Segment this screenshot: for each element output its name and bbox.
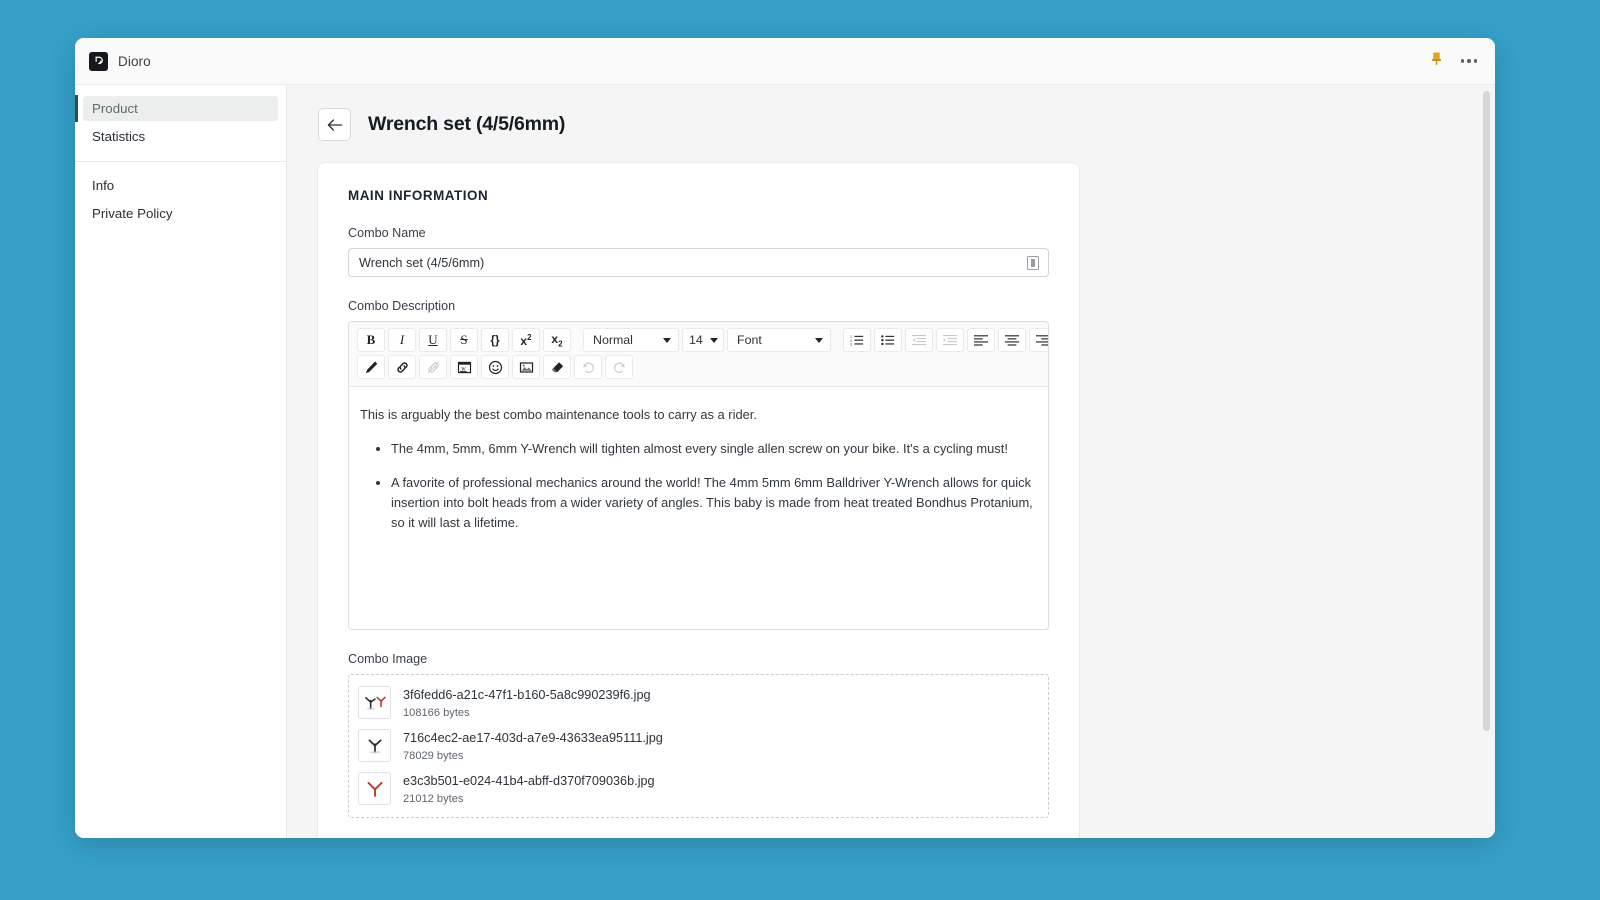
file-meta: e3c3b501-e024-41b4-abff-d370f709036b.jpg… <box>403 772 655 804</box>
editor-toolbar: B I U S {} x2 x2 Normal 14 Font 1 2 3 W <box>349 322 1048 387</box>
back-button[interactable] <box>318 108 351 141</box>
chevron-down-icon <box>815 337 823 343</box>
sidebar-item-statistics[interactable]: Statistics <box>83 124 278 149</box>
content-scroll-region: Wrench set (4/5/6mm) MAIN INFORMATION Co… <box>287 85 1495 838</box>
align-right-icon[interactable] <box>1029 328 1048 352</box>
combo-name-input-wrap[interactable] <box>348 248 1049 277</box>
rich-text-editor: B I U S {} x2 x2 Normal 14 Font 1 2 3 W … <box>348 321 1049 630</box>
file-size: 108166 bytes <box>403 706 470 719</box>
combo-name-field: Combo Name <box>318 226 1079 277</box>
file-meta: 716c4ec2-ae17-403d-a7e9-43633ea95111.jpg… <box>403 729 663 761</box>
page-header: Wrench set (4/5/6mm) <box>287 107 1495 142</box>
list-item[interactable]: 3f6fedd6-a21c-47f1-b160-5a8c990239f6.jpg… <box>349 681 1048 724</box>
combo-description-label: Combo Description <box>348 299 456 313</box>
content-scrollbar-thumb[interactable] <box>1483 91 1490 731</box>
align-left-icon[interactable] <box>967 328 995 352</box>
combo-name-input[interactable] <box>349 249 1027 276</box>
content-area: Wrench set (4/5/6mm) MAIN INFORMATION Co… <box>287 85 1495 838</box>
underline-icon[interactable]: U <box>419 328 447 352</box>
titlebar-actions <box>1430 51 1477 71</box>
text-color-pen-icon[interactable] <box>357 355 385 379</box>
brand: Dioro <box>89 51 151 71</box>
editor-toolbar-row-2: W <box>357 355 1040 379</box>
bold-icon[interactable]: B <box>357 328 385 352</box>
window-body: Product Statistics Info Private Policy W… <box>75 85 1495 838</box>
file-size: 21012 bytes <box>403 792 464 805</box>
unlink-icon[interactable] <box>419 355 447 379</box>
editor-content[interactable]: This is arguably the best combo maintena… <box>349 387 1048 629</box>
sidebar-item-label: Statistics <box>92 129 146 144</box>
strikethrough-icon[interactable]: S <box>450 328 478 352</box>
y-wrench-black-thumb <box>358 729 391 762</box>
sidebar-group-primary: Product Statistics <box>75 95 286 149</box>
font-size-value: 14 <box>689 333 703 347</box>
sidebar-divider <box>75 161 286 162</box>
editor-bullet-list: The 4mm, 5mm, 6mm Y-Wrench will tighten … <box>360 439 1037 533</box>
editor-bullet-item: A favorite of professional mechanics aro… <box>391 473 1037 533</box>
insert-image-icon[interactable] <box>512 355 540 379</box>
list-item[interactable]: 716c4ec2-ae17-403d-a7e9-43633ea95111.jpg… <box>349 724 1048 767</box>
y-wrench-red-thumb <box>358 772 391 805</box>
file-meta: 3f6fedd6-a21c-47f1-b160-5a8c990239f6.jpg… <box>403 686 651 718</box>
more-options-icon[interactable] <box>1460 59 1477 63</box>
main-information-card: MAIN INFORMATION Combo Name Combo Descri… <box>318 163 1079 838</box>
svg-text:3: 3 <box>850 343 852 346</box>
superscript-icon[interactable]: x2 <box>512 328 540 352</box>
editor-paragraph: This is arguably the best combo maintena… <box>360 407 757 422</box>
file-name: 3f6fedd6-a21c-47f1-b160-5a8c990239f6.jpg <box>403 688 651 703</box>
embed-video-icon[interactable]: W <box>450 355 478 379</box>
page-title: Wrench set (4/5/6mm) <box>368 113 566 135</box>
list-item[interactable]: e3c3b501-e024-41b4-abff-d370f709036b.jpg… <box>349 767 1048 810</box>
chevron-down-icon <box>663 337 671 343</box>
header-style-value: Normal <box>593 333 633 347</box>
emoji-icon[interactable] <box>481 355 509 379</box>
sidebar-item-label: Info <box>92 178 115 193</box>
file-size: 78029 bytes <box>403 749 464 762</box>
outdent-icon[interactable] <box>905 328 933 352</box>
sidebar-item-product[interactable]: Product <box>75 95 278 122</box>
font-family-value: Font <box>737 333 762 347</box>
sidebar-item-label: Product <box>92 101 138 116</box>
bullet-list-icon[interactable] <box>874 328 902 352</box>
content-scrollbar[interactable] <box>1483 91 1490 832</box>
chevron-down-icon <box>710 337 718 343</box>
redo-icon[interactable] <box>605 355 633 379</box>
sidebar-item-private-policy[interactable]: Private Policy <box>83 201 278 226</box>
sidebar: Product Statistics Info Private Policy <box>75 85 287 838</box>
combo-image-file-list[interactable]: 3f6fedd6-a21c-47f1-b160-5a8c990239f6.jpg… <box>348 674 1049 818</box>
arrow-left-icon <box>327 118 342 131</box>
indent-icon[interactable] <box>936 328 964 352</box>
brand-name: Dioro <box>118 53 151 69</box>
titlebar: Dioro <box>75 38 1495 85</box>
link-icon[interactable] <box>388 355 416 379</box>
undo-icon[interactable] <box>574 355 602 379</box>
subscript-icon[interactable]: x2 <box>543 328 571 352</box>
y-wrench-black-red-thumb <box>358 686 391 719</box>
section-title-main-information: MAIN INFORMATION <box>348 188 489 203</box>
combo-description-field: Combo Description B I U S {} x2 x2 Norma… <box>318 299 1079 630</box>
dioro-logo-icon <box>89 51 108 71</box>
ordered-list-icon[interactable]: 1 2 3 <box>843 328 871 352</box>
italic-icon[interactable]: I <box>388 328 416 352</box>
header-style-select[interactable]: Normal <box>583 328 679 352</box>
file-name: e3c3b501-e024-41b4-abff-d370f709036b.jpg <box>403 774 655 789</box>
sidebar-group-secondary: Info Private Policy <box>75 173 286 226</box>
app-window: Dioro Product Statistics Info Private Po… <box>75 38 1495 838</box>
combo-image-field: Combo Image 3f6fedd6-a21c-47f1-b160-5a8c… <box>318 652 1079 818</box>
clear-format-eraser-icon[interactable] <box>543 355 571 379</box>
pushpin-icon[interactable] <box>1430 51 1443 71</box>
editor-toolbar-row-1: B I U S {} x2 x2 Normal 14 Font 1 2 3 <box>357 328 1048 352</box>
save-field-icon[interactable] <box>1027 255 1039 270</box>
align-center-icon[interactable] <box>998 328 1026 352</box>
editor-bullet-item: The 4mm, 5mm, 6mm Y-Wrench will tighten … <box>391 439 1037 459</box>
font-family-select[interactable]: Font <box>727 328 831 352</box>
combo-name-label: Combo Name <box>348 226 426 240</box>
combo-image-label: Combo Image <box>348 652 428 666</box>
file-name: 716c4ec2-ae17-403d-a7e9-43633ea95111.jpg <box>403 731 663 746</box>
code-block-icon[interactable]: {} <box>481 328 509 352</box>
font-size-select[interactable]: 14 <box>682 328 724 352</box>
sidebar-item-info[interactable]: Info <box>83 173 278 198</box>
sidebar-item-label: Private Policy <box>92 206 173 221</box>
